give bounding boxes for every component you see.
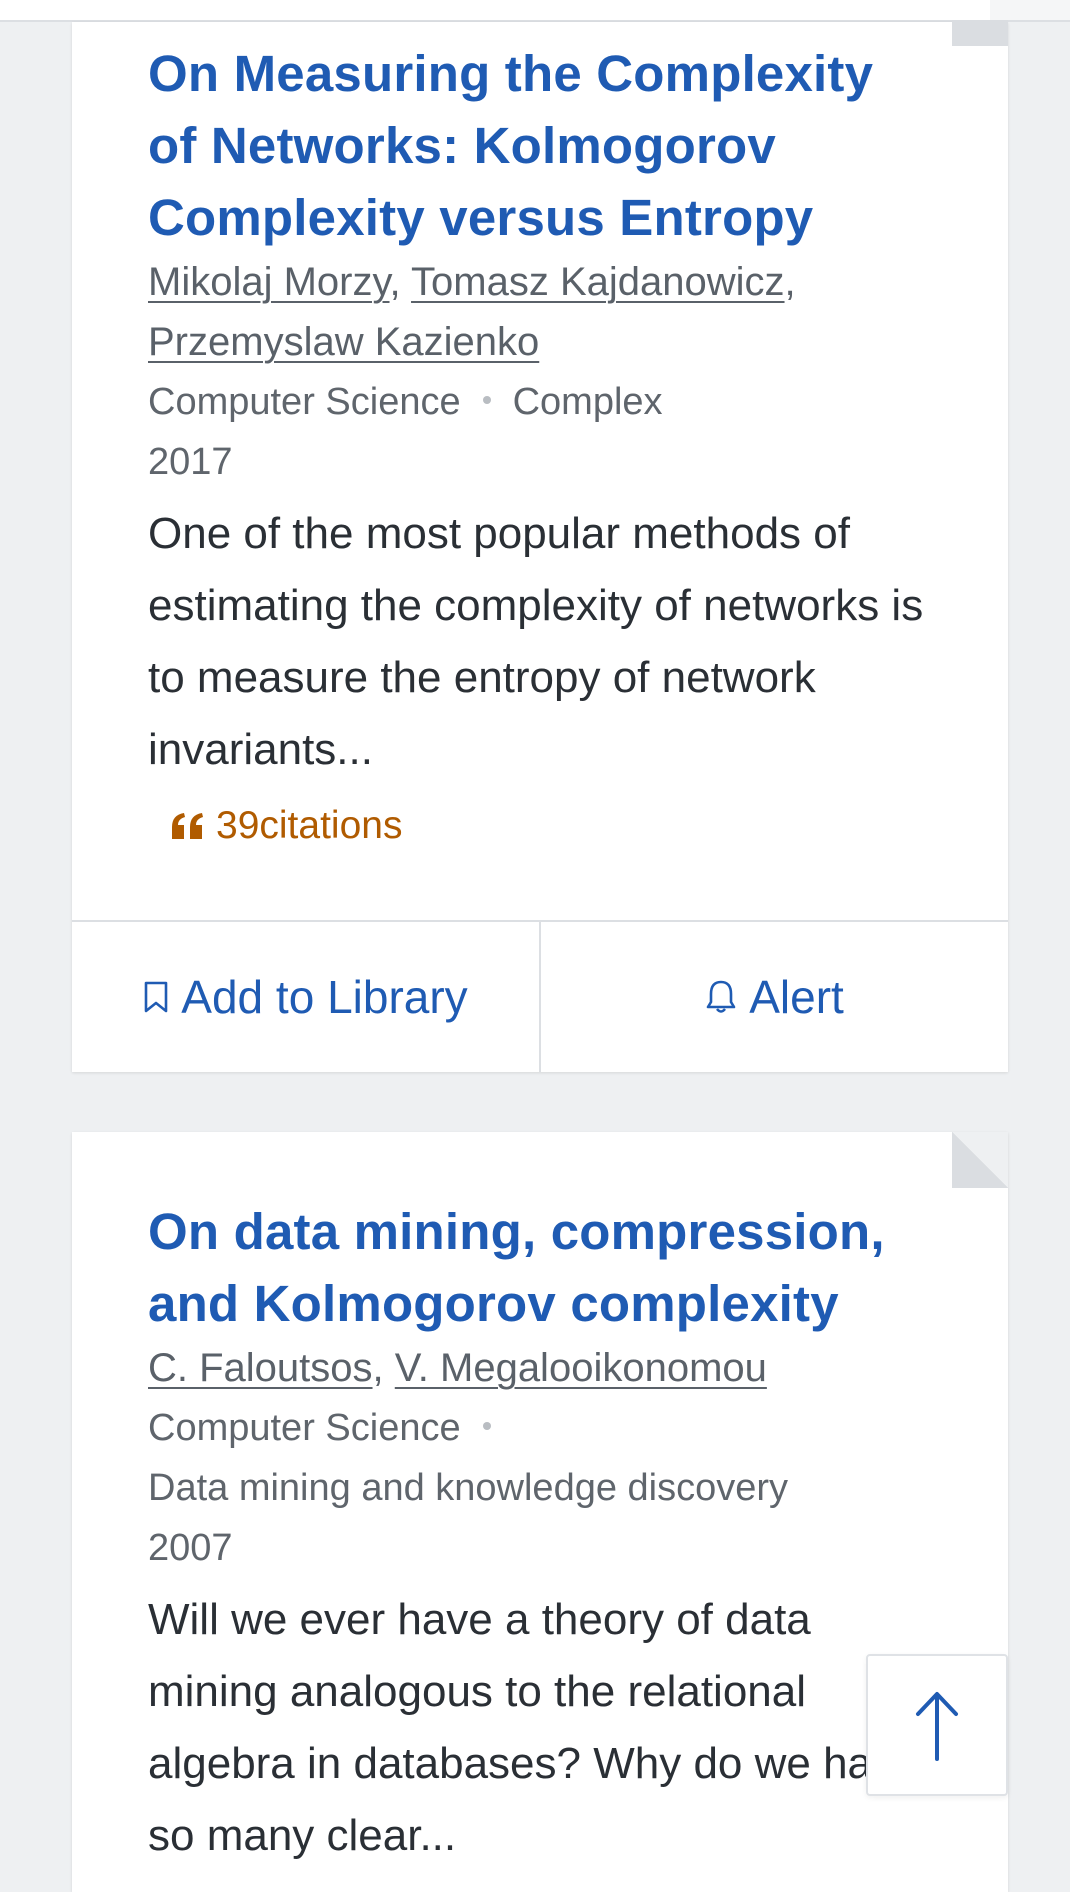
paper-abstract: One of the most popular methods of estim…: [148, 509, 924, 774]
quote-icon: [172, 813, 203, 839]
paper-venue: Complex: [512, 381, 663, 423]
paper-year: 2017: [148, 441, 233, 483]
add-to-library-label: Add to Library: [181, 971, 468, 1023]
bookmark-icon: [144, 981, 168, 1013]
author-link[interactable]: Przemyslaw Kazienko: [148, 320, 539, 364]
add-to-library-button[interactable]: Add to Library: [72, 922, 539, 1072]
card-dogear: [952, 1132, 1008, 1188]
paper-authors: C. Faloutsos, V. Megalooikonomou: [148, 1338, 932, 1398]
paper-abstract: Will we ever have a theory of data minin…: [148, 1595, 919, 1860]
author-separator: ,: [784, 260, 796, 304]
paper-card: On Measuring the Complexity of Networks:…: [72, 20, 1008, 1072]
meta-separator-dot: [482, 1421, 491, 1430]
alert-label: Alert: [749, 971, 844, 1023]
paper-year: 2007: [148, 1527, 233, 1569]
paper-field: Computer Science: [148, 381, 461, 423]
back-to-top-button[interactable]: [866, 1654, 1008, 1796]
previous-card-edge: [0, 0, 1070, 22]
paper-field: Computer Science: [148, 1407, 461, 1449]
arrow-up-icon: [916, 1692, 958, 1761]
paper-actions: Add to Library Alert: [72, 920, 1008, 1072]
bell-icon: [706, 980, 736, 1013]
paper-meta: Computer Science Complex: [148, 372, 932, 432]
citations-count[interactable]: 39citations: [170, 794, 932, 858]
citations-label: 39citations: [216, 804, 403, 847]
alert-button[interactable]: Alert: [539, 922, 1008, 1072]
author-link[interactable]: V. Megalooikonomou: [395, 1346, 767, 1390]
paper-venue: Data mining and knowledge discovery: [148, 1467, 789, 1509]
paper-title-link[interactable]: On data mining, compression, and Kolmogo…: [148, 1196, 932, 1340]
author-separator: ,: [372, 1346, 395, 1390]
author-link[interactable]: Mikolaj Morzy: [148, 260, 390, 304]
author-separator: ,: [389, 260, 412, 304]
paper-meta: Computer Science: [148, 1398, 932, 1458]
card-fold-corner: [990, 0, 1070, 20]
meta-separator-dot: [482, 395, 491, 404]
paper-title-link[interactable]: On Measuring the Complexity of Networks:…: [148, 38, 932, 254]
author-link[interactable]: C. Faloutsos: [148, 1346, 373, 1390]
author-link[interactable]: Tomasz Kajdanowicz: [411, 260, 785, 304]
paper-authors: Mikolaj Morzy, Tomasz Kajdanowicz, Przem…: [148, 252, 932, 372]
card-dogear: [952, 20, 1008, 46]
